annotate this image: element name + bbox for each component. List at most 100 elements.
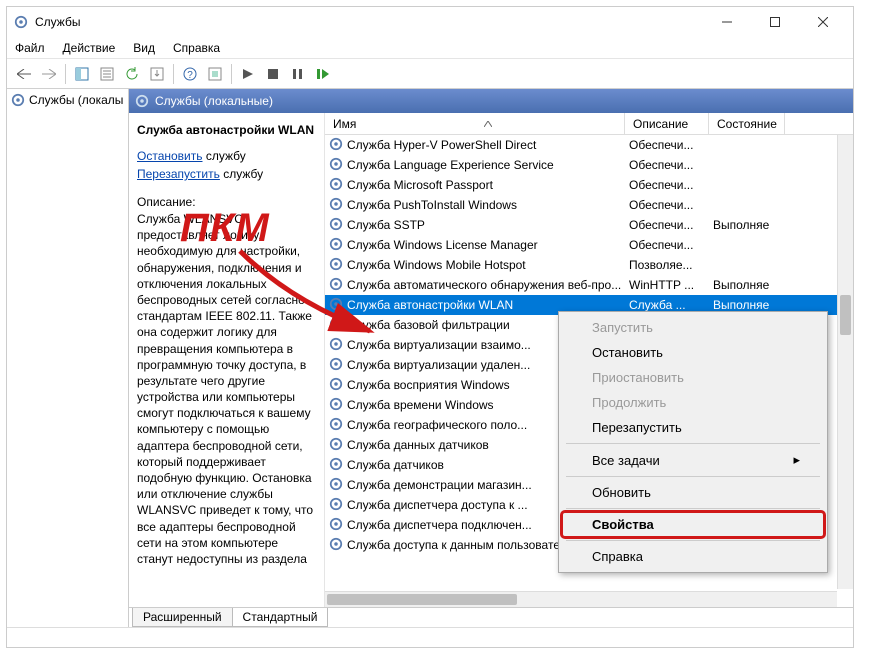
restart-service-link[interactable]: Перезапустить xyxy=(137,167,220,181)
service-desc: Обеспечи... xyxy=(625,198,709,212)
gear-icon xyxy=(329,417,343,434)
service-row[interactable]: Служба Hyper-V PowerShell Direct Обеспечи… xyxy=(325,135,853,155)
close-button[interactable] xyxy=(809,12,837,32)
service-name: Служба Windows License Manager xyxy=(347,238,538,252)
service-name: Служба базовой фильтрации xyxy=(347,318,510,332)
service-state: Выполняе xyxy=(709,218,785,232)
service-desc: Обеспечи... xyxy=(625,158,709,172)
nav-fwd-button[interactable] xyxy=(38,63,60,85)
service-name: Служба автонастройки WLAN xyxy=(347,298,513,312)
scrollbar-thumb[interactable] xyxy=(840,295,851,335)
app-icon xyxy=(13,14,29,30)
service-row[interactable]: Служба автоматического обнаружения веб-п… xyxy=(325,275,853,295)
cm-properties[interactable]: Свойства xyxy=(562,512,824,537)
gear-icon xyxy=(135,94,149,108)
service-name: Служба Windows Mobile Hotspot xyxy=(347,258,526,272)
window-title: Службы xyxy=(35,15,713,29)
stop-service-link[interactable]: Остановить xyxy=(137,149,203,163)
column-header-state[interactable]: Состояние xyxy=(709,113,785,134)
gear-icon xyxy=(329,137,343,154)
service-name: Служба Hyper-V PowerShell Direct xyxy=(347,138,536,152)
service-name: Служба SSTP xyxy=(347,218,425,232)
service-desc: Обеспечи... xyxy=(625,238,709,252)
service-name: Служба диспетчера доступа к ... xyxy=(347,498,528,512)
service-desc: Обеспечи... xyxy=(625,178,709,192)
properties-button[interactable] xyxy=(96,63,118,85)
gear-icon xyxy=(329,497,343,514)
cm-help[interactable]: Справка xyxy=(562,544,824,569)
service-state: Выполняе xyxy=(709,298,785,312)
service-desc: Служба ... xyxy=(625,298,709,312)
service-name: Служба Language Experience Service xyxy=(347,158,554,172)
service-row[interactable]: Служба Microsoft Passport Обеспечи... xyxy=(325,175,853,195)
gear-icon xyxy=(329,197,343,214)
service-name: Служба восприятия Windows xyxy=(347,378,510,392)
service-row[interactable]: Служба SSTP Обеспечи...Выполняе xyxy=(325,215,853,235)
gear-icon xyxy=(329,177,343,194)
horizontal-scrollbar[interactable] xyxy=(325,591,837,607)
gear-icon xyxy=(329,517,343,534)
menu-help[interactable]: Справка xyxy=(173,41,220,55)
stop-service-button[interactable] xyxy=(262,63,284,85)
gear-icon xyxy=(329,377,343,394)
service-name: Служба виртуализации взаимо... xyxy=(347,338,531,352)
tab-standard[interactable]: Стандартный xyxy=(232,608,329,627)
status-bar xyxy=(7,627,853,647)
gear-icon xyxy=(329,317,343,334)
vertical-scrollbar[interactable] xyxy=(837,135,853,589)
column-header-description[interactable]: Описание xyxy=(625,113,709,134)
gear-icon xyxy=(329,437,343,454)
gear-icon xyxy=(329,297,343,314)
menu-file[interactable]: Файл xyxy=(15,41,45,55)
gear-icon xyxy=(329,477,343,494)
maximize-button[interactable] xyxy=(761,12,789,32)
service-name: Служба PushToInstall Windows xyxy=(347,198,517,212)
help-button[interactable]: ? xyxy=(179,63,201,85)
chevron-right-icon: ▸ xyxy=(793,452,800,468)
cm-pause: Приостановить xyxy=(562,365,824,390)
gear-icon xyxy=(11,93,25,107)
detail-view-button[interactable] xyxy=(71,63,93,85)
pause-service-button[interactable] xyxy=(287,63,309,85)
service-name: Служба времени Windows xyxy=(347,398,494,412)
export-button[interactable] xyxy=(146,63,168,85)
service-row[interactable]: Служба Windows Mobile Hotspot Позволяе... xyxy=(325,255,853,275)
cm-refresh[interactable]: Обновить xyxy=(562,480,824,505)
restart-service-button[interactable] xyxy=(312,63,334,85)
service-desc: WinHTTP ... xyxy=(625,278,709,292)
service-row[interactable]: Служба Windows License Manager Обеспечи..… xyxy=(325,235,853,255)
tab-extended[interactable]: Расширенный xyxy=(132,608,233,627)
pane-header-title: Службы (локальные) xyxy=(155,94,273,108)
service-desc: Обеспечи... xyxy=(625,218,709,232)
service-row[interactable]: Служба PushToInstall Windows Обеспечи... xyxy=(325,195,853,215)
tree-root-services[interactable]: Службы (локалы xyxy=(11,93,124,107)
gear-icon xyxy=(329,237,343,254)
service-name: Служба демонстрации магазин... xyxy=(347,478,532,492)
menu-action[interactable]: Действие xyxy=(63,41,116,55)
minimize-button[interactable] xyxy=(713,12,741,32)
service-name: Служба данных датчиков xyxy=(347,438,489,452)
tree-root-label: Службы (локалы xyxy=(29,93,123,107)
service-desc: Позволяе... xyxy=(625,258,709,272)
svg-text:?: ? xyxy=(187,70,193,81)
service-state: Выполняе xyxy=(709,278,785,292)
start-service-button[interactable] xyxy=(237,63,259,85)
service-name: Служба Microsoft Passport xyxy=(347,178,493,192)
options-button[interactable] xyxy=(204,63,226,85)
service-row[interactable]: Служба Language Experience Service Обеспе… xyxy=(325,155,853,175)
menu-view[interactable]: Вид xyxy=(133,41,155,55)
service-name: Служба датчиков xyxy=(347,458,444,472)
refresh-button[interactable] xyxy=(121,63,143,85)
nav-back-button[interactable] xyxy=(13,63,35,85)
column-header-name[interactable]: Имя xyxy=(325,113,625,134)
cm-all-tasks[interactable]: Все задачи▸ xyxy=(562,447,824,473)
cm-stop[interactable]: Остановить xyxy=(562,340,824,365)
gear-icon xyxy=(329,357,343,374)
gear-icon xyxy=(329,457,343,474)
cm-restart[interactable]: Перезапустить xyxy=(562,415,824,440)
scrollbar-thumb[interactable] xyxy=(327,594,517,605)
service-desc: Обеспечи... xyxy=(625,138,709,152)
gear-icon xyxy=(329,397,343,414)
gear-icon xyxy=(329,537,343,554)
gear-icon xyxy=(329,217,343,234)
